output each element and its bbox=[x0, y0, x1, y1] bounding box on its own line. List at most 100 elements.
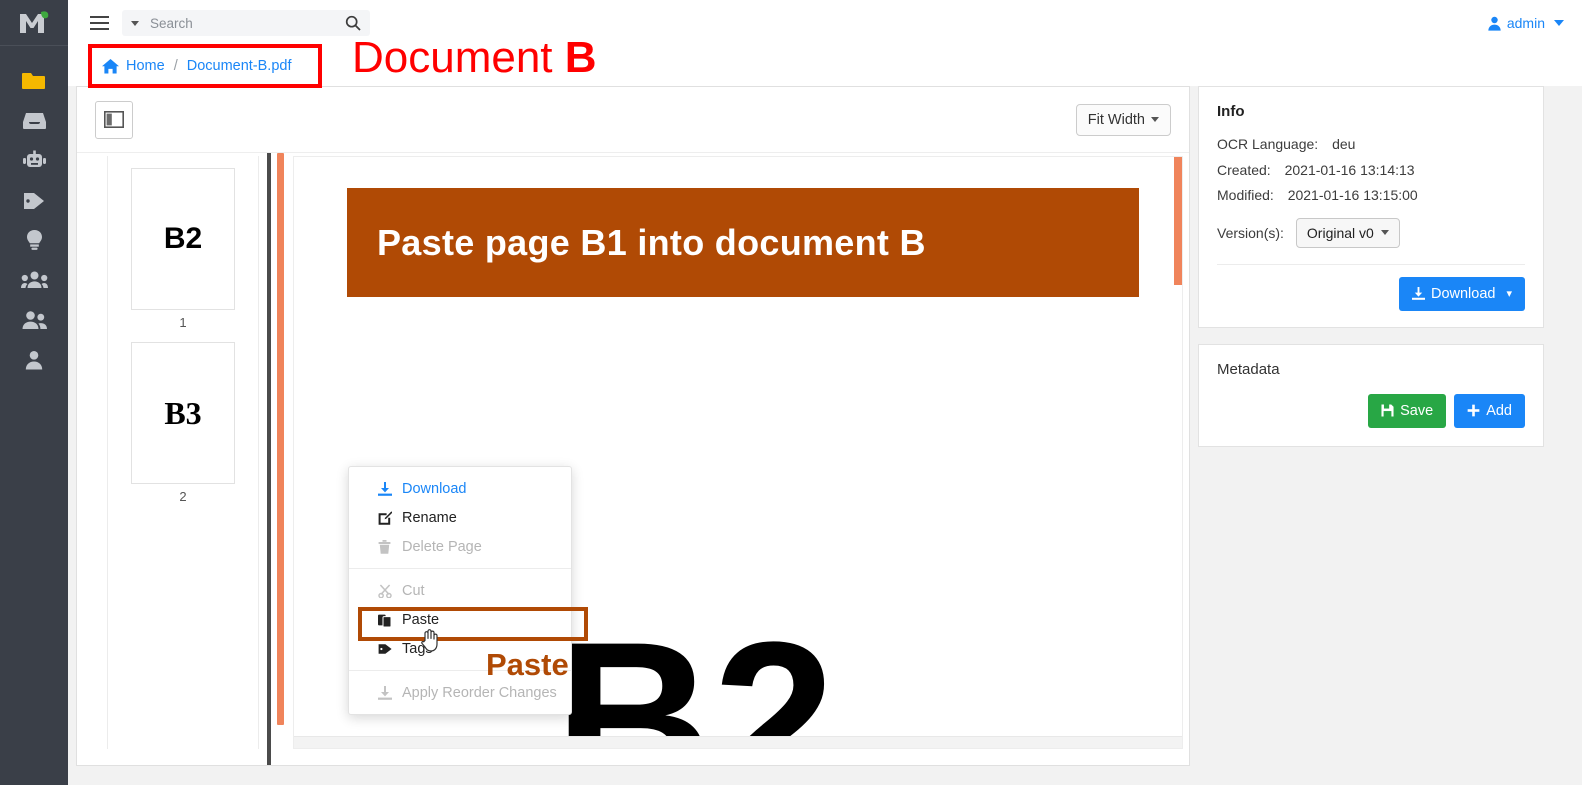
context-menu-item-download[interactable]: Download bbox=[349, 474, 571, 503]
sidebar-item-roles[interactable] bbox=[0, 300, 68, 340]
context-menu-label: Cut bbox=[402, 582, 425, 599]
document-scrollbar-right[interactable] bbox=[1174, 157, 1182, 285]
icon-rail bbox=[0, 0, 68, 785]
top-bar: admin bbox=[68, 0, 1582, 46]
context-menu-item-tags[interactable]: Tags bbox=[349, 634, 571, 663]
rail-item-list bbox=[0, 46, 68, 380]
user-icon bbox=[1488, 16, 1501, 31]
viewer-body: B2 1 B3 2 Paste page B1 into document B … bbox=[77, 153, 1189, 765]
user-menu[interactable]: admin bbox=[1487, 15, 1564, 31]
search-bar[interactable] bbox=[122, 10, 370, 36]
context-menu-label: Paste bbox=[402, 611, 440, 628]
thumbnail-scrollbar[interactable] bbox=[267, 153, 271, 765]
metadata-card-title: Metadata bbox=[1217, 360, 1280, 378]
breadcrumb-separator: / bbox=[173, 58, 178, 74]
sidebar-item-automation[interactable] bbox=[0, 140, 68, 180]
tag-icon bbox=[24, 192, 44, 209]
info-value: 2021-01-16 13:14:13 bbox=[1284, 161, 1415, 178]
info-card-actions: Download ▾ bbox=[1217, 276, 1525, 311]
thumbnail-page-preview: B3 bbox=[131, 342, 235, 484]
scissors-icon bbox=[377, 583, 392, 598]
info-row-versions: Version(s): Original v0 bbox=[1217, 217, 1525, 248]
thumbnail-item[interactable]: B2 1 bbox=[131, 168, 235, 330]
chevron-down-icon bbox=[1554, 20, 1564, 26]
users-group-icon bbox=[20, 271, 48, 288]
info-row-modified: Modified: 2021-01-16 13:15:00 bbox=[1217, 183, 1525, 209]
zoom-mode-label: Fit Width bbox=[1087, 111, 1145, 128]
context-menu-item-delete-page: Delete Page bbox=[349, 532, 571, 561]
folder-icon bbox=[22, 72, 45, 89]
hamburger-icon[interactable] bbox=[82, 9, 116, 37]
sidebar-panel-toggle-button[interactable] bbox=[95, 100, 133, 139]
content-area: Fit Width B2 1 B3 2 Paste page B1 into d… bbox=[68, 86, 1582, 785]
edit-icon bbox=[377, 510, 392, 525]
info-label: Modified: bbox=[1217, 187, 1274, 203]
download-button[interactable]: Download ▾ bbox=[1398, 276, 1525, 311]
mayan-logo-icon bbox=[20, 10, 49, 33]
inbox-icon bbox=[22, 112, 46, 129]
thumbnail-item[interactable]: B3 2 bbox=[131, 342, 235, 504]
info-label: OCR Language: bbox=[1217, 136, 1319, 152]
paste-icon bbox=[377, 613, 392, 627]
context-menu-item-rename[interactable]: Rename bbox=[349, 503, 571, 532]
info-value: deu bbox=[1332, 136, 1356, 152]
thumbnail-page-number: 1 bbox=[179, 315, 187, 330]
zoom-mode-select[interactable]: Fit Width bbox=[1075, 103, 1171, 136]
sidebar-item-indexes[interactable] bbox=[0, 220, 68, 260]
page-banner-text: Paste page B1 into document B bbox=[377, 221, 926, 263]
add-button[interactable]: Add bbox=[1454, 393, 1525, 428]
thumbnail-page-text: B3 bbox=[164, 394, 202, 431]
version-select[interactable]: Original v0 bbox=[1295, 217, 1400, 248]
sidebar-item-cabinets[interactable] bbox=[0, 100, 68, 140]
context-menu-separator bbox=[349, 670, 571, 671]
users-icon bbox=[22, 311, 47, 329]
thumbnail-pane: B2 1 B3 2 bbox=[107, 156, 259, 749]
home-icon[interactable] bbox=[102, 58, 119, 74]
thumbnail-page-number: 2 bbox=[179, 489, 187, 504]
context-menu-label: Rename bbox=[402, 509, 457, 526]
trash-icon bbox=[377, 539, 392, 554]
breadcrumb-current[interactable]: Document-B.pdf bbox=[187, 58, 292, 74]
lightbulb-icon bbox=[26, 230, 42, 250]
download-icon bbox=[1411, 287, 1425, 300]
info-row-created: Created: 2021-01-16 13:14:13 bbox=[1217, 158, 1525, 184]
add-button-label: Add bbox=[1486, 402, 1512, 419]
sidebar-item-groups[interactable] bbox=[0, 260, 68, 300]
sidebar-item-documents[interactable] bbox=[0, 60, 68, 100]
sidebar-item-tags[interactable] bbox=[0, 180, 68, 220]
sidebar-item-user[interactable] bbox=[0, 340, 68, 380]
search-scope-caret-icon[interactable] bbox=[131, 20, 139, 26]
info-card-title: Info bbox=[1217, 103, 1245, 120]
chevron-down-icon: ▾ bbox=[1506, 288, 1512, 300]
sidebar-panel-icon bbox=[104, 111, 124, 128]
page-context-menu: Download Rename Delete Page Cut Paste Ta… bbox=[348, 466, 572, 715]
save-button[interactable]: Save bbox=[1368, 393, 1447, 428]
context-menu-label: Delete Page bbox=[402, 538, 482, 555]
page-banner: Paste page B1 into document B bbox=[347, 188, 1139, 297]
thumbnail-page-text: B2 bbox=[163, 222, 203, 255]
search-input[interactable] bbox=[150, 15, 345, 31]
document-viewer-panel: Fit Width B2 1 B3 2 Paste page B1 into d… bbox=[76, 86, 1190, 766]
document-horizontal-scrollbar[interactable] bbox=[294, 736, 1182, 748]
robot-icon bbox=[22, 150, 46, 167]
context-menu-label: Apply Reorder Changes bbox=[402, 684, 557, 701]
document-scrollbar-left[interactable] bbox=[277, 153, 284, 725]
card-divider bbox=[1217, 263, 1525, 265]
context-menu-item-paste[interactable]: Paste bbox=[349, 605, 571, 634]
context-menu-item-cut: Cut bbox=[349, 576, 571, 605]
search-icon[interactable] bbox=[345, 15, 361, 31]
breadcrumb-home-link[interactable]: Home bbox=[126, 58, 165, 74]
chevron-down-icon bbox=[1151, 117, 1159, 122]
metadata-card: Metadata Save Add bbox=[1198, 343, 1544, 447]
info-card: Info OCR Language: deu Created: 2021-01-… bbox=[1198, 86, 1544, 328]
app-root: admin Home / Document-B.pdf Document B bbox=[0, 0, 1582, 785]
right-sidebar: Info OCR Language: deu Created: 2021-01-… bbox=[1198, 86, 1544, 463]
version-select-value: Original v0 bbox=[1306, 224, 1374, 241]
metadata-card-actions: Save Add bbox=[1217, 393, 1525, 428]
info-value: 2021-01-16 13:15:00 bbox=[1287, 187, 1418, 203]
context-menu-label: Download bbox=[402, 480, 467, 497]
app-logo[interactable] bbox=[0, 0, 68, 46]
info-label: Version(s): bbox=[1217, 224, 1284, 241]
context-menu-item-apply-reorder-changes: Apply Reorder Changes bbox=[349, 678, 571, 707]
user-icon bbox=[25, 351, 43, 370]
